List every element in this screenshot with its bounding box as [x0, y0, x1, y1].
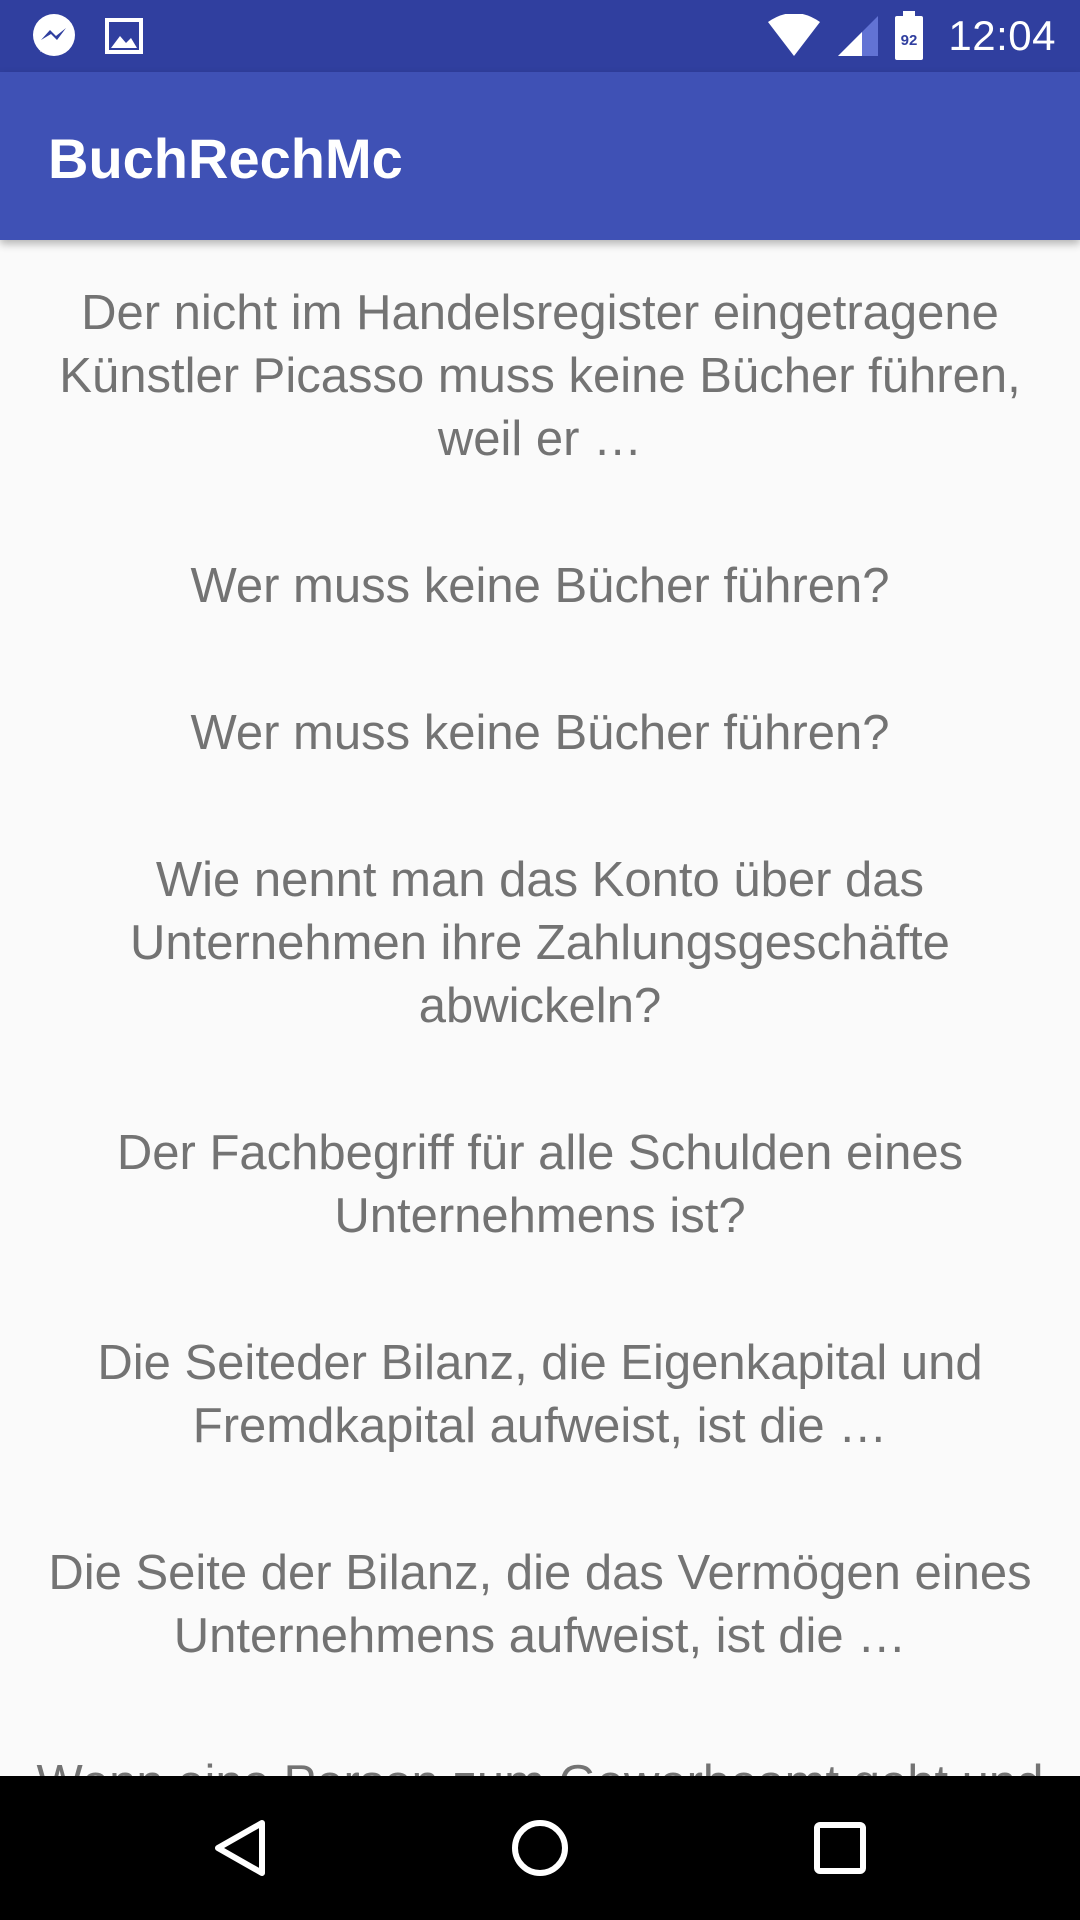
home-button[interactable]: [508, 1816, 572, 1880]
status-clock: 12:04: [948, 12, 1056, 59]
status-bar: 92 12:04: [0, 0, 1080, 72]
list-item[interactable]: Wie nennt man das Konto über das Unterne…: [0, 809, 1080, 1082]
battery-icon: 92: [894, 11, 924, 61]
list-item[interactable]: Wenn eine Person zum Gewerbeamt geht und…: [0, 1712, 1080, 1776]
messenger-icon: [30, 12, 78, 60]
recents-icon: [814, 1822, 866, 1874]
list-item[interactable]: Die Seiteder Bilanz, die Eigenkapital un…: [0, 1292, 1080, 1502]
app-bar: BuchRechMc: [0, 72, 1080, 240]
navigation-bar: [0, 1776, 1080, 1920]
status-system: 92 12:04: [766, 0, 1056, 72]
list-item[interactable]: Der Fachbegriff für alle Schulden eines …: [0, 1082, 1080, 1292]
list-item[interactable]: Wer muss keine Bücher führen?: [0, 662, 1080, 809]
list-item[interactable]: Der nicht im Handelsregister eingetragen…: [0, 240, 1080, 515]
list-item[interactable]: Die Seite der Bilanz, die das Vermögen e…: [0, 1502, 1080, 1712]
app-title: BuchRechMc: [48, 127, 403, 190]
status-notifications: [30, 12, 144, 60]
home-icon: [512, 1820, 568, 1876]
wifi-icon: [766, 14, 822, 58]
signal-icon: [836, 14, 880, 58]
recents-button[interactable]: [808, 1816, 872, 1880]
back-icon: [215, 1820, 265, 1876]
image-icon: [104, 16, 144, 56]
question-list[interactable]: Der nicht im Handelsregister eingetragen…: [0, 240, 1080, 1776]
back-button[interactable]: [208, 1816, 272, 1880]
list-item[interactable]: Wer muss keine Bücher führen?: [0, 515, 1080, 662]
battery-level: 92: [901, 32, 918, 49]
